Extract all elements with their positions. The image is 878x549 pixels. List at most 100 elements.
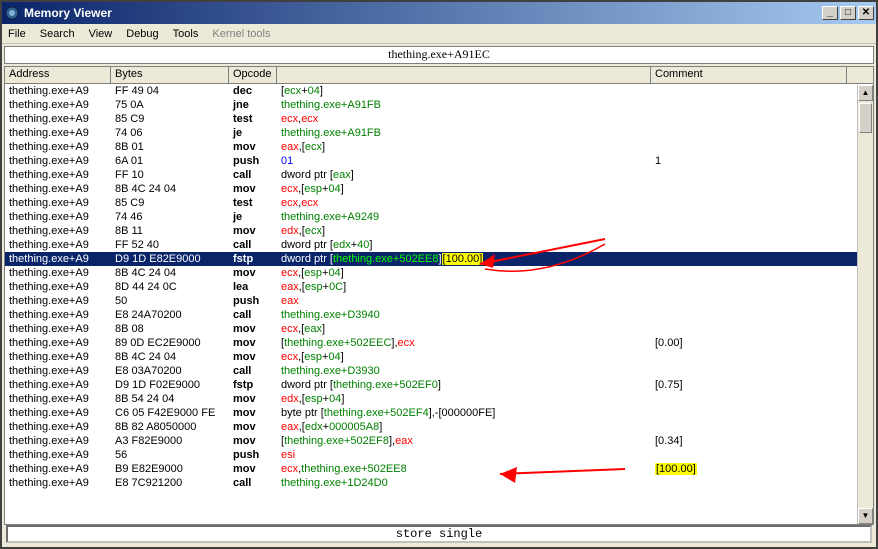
cell-comment <box>651 224 847 238</box>
cell-operand: ecx,[eax] <box>277 322 651 336</box>
disasm-row[interactable]: thething.exe+A989 0D EC2E9000mov[thethin… <box>5 336 873 350</box>
cell-operand: ecx,ecx <box>277 196 651 210</box>
cell-address: thething.exe+A9 <box>5 392 111 406</box>
cell-opcode: mov <box>229 462 277 476</box>
disasm-row[interactable]: thething.exe+A9FF 49 04dec[ecx+04] <box>5 84 873 98</box>
disasm-row[interactable]: thething.exe+A985 C9testecx,ecx <box>5 112 873 126</box>
disasm-row[interactable]: thething.exe+A9A3 F82E9000mov[thething.e… <box>5 434 873 448</box>
disasm-row[interactable]: thething.exe+A96A 01push011 <box>5 154 873 168</box>
disasm-row[interactable]: thething.exe+A9FF 52 40calldword ptr [ed… <box>5 238 873 252</box>
cell-comment <box>651 210 847 224</box>
header-operand[interactable] <box>277 67 651 83</box>
cell-operand: eax <box>277 294 651 308</box>
cell-opcode: mov <box>229 406 277 420</box>
disasm-row[interactable]: thething.exe+A9E8 7C921200callthething.e… <box>5 476 873 490</box>
header-address[interactable]: Address <box>5 67 111 83</box>
disasm-row[interactable]: thething.exe+A98B 01moveax,[ecx] <box>5 140 873 154</box>
disasm-row[interactable]: thething.exe+A98D 44 24 0Cleaeax,[esp+0C… <box>5 280 873 294</box>
cell-operand: esi <box>277 448 651 462</box>
cell-bytes: 85 C9 <box>111 112 229 126</box>
cell-address: thething.exe+A9 <box>5 336 111 350</box>
cell-operand: thething.exe+A91FB <box>277 98 651 112</box>
disassembly-rows[interactable]: thething.exe+A9FF 49 04dec[ecx+04]thethi… <box>5 84 873 524</box>
menu-tools[interactable]: Tools <box>173 28 199 40</box>
cell-bytes: FF 10 <box>111 168 229 182</box>
header-bytes[interactable]: Bytes <box>111 67 229 83</box>
disasm-row[interactable]: thething.exe+A9FF 10calldword ptr [eax] <box>5 168 873 182</box>
disasm-row[interactable]: thething.exe+A98B 4C 24 04movecx,[esp+04… <box>5 266 873 280</box>
cell-comment: [0.00] <box>651 336 847 350</box>
cell-address: thething.exe+A9 <box>5 154 111 168</box>
menu-search[interactable]: Search <box>40 28 75 40</box>
disasm-row[interactable]: thething.exe+A950pusheax <box>5 294 873 308</box>
cell-comment <box>651 364 847 378</box>
app-icon <box>4 5 20 21</box>
cell-comment <box>651 322 847 336</box>
menu-debug[interactable]: Debug <box>126 28 158 40</box>
disasm-row[interactable]: thething.exe+A974 46jethething.exe+A9249 <box>5 210 873 224</box>
cell-operand: dword ptr [thething.exe+502EF0] <box>277 378 651 392</box>
cell-address: thething.exe+A9 <box>5 322 111 336</box>
content: Address Bytes Opcode Comment thething.ex… <box>4 66 874 545</box>
cell-comment <box>651 252 847 266</box>
maximize-button[interactable]: □ <box>840 6 856 20</box>
cell-operand: [ecx+04] <box>277 84 651 98</box>
scroll-thumb[interactable] <box>859 103 872 133</box>
disasm-row[interactable]: thething.exe+A98B 54 24 04movedx,[esp+04… <box>5 392 873 406</box>
cell-address: thething.exe+A9 <box>5 126 111 140</box>
cell-comment <box>651 476 847 490</box>
disasm-row[interactable]: thething.exe+A9B9 E82E9000movecx,thethin… <box>5 462 873 476</box>
titlebar[interactable]: Memory Viewer _ □ ✕ <box>2 2 876 24</box>
disasm-row[interactable]: thething.exe+A98B 82 A8050000moveax,[edx… <box>5 420 873 434</box>
disasm-row[interactable]: thething.exe+A9D9 1D F02E9000fstpdword p… <box>5 378 873 392</box>
cell-address: thething.exe+A9 <box>5 350 111 364</box>
cell-bytes: E8 24A70200 <box>111 308 229 322</box>
disasm-row[interactable]: thething.exe+A9E8 24A70200callthething.e… <box>5 308 873 322</box>
cell-address: thething.exe+A9 <box>5 84 111 98</box>
header-opcode[interactable]: Opcode <box>229 67 277 83</box>
disasm-row[interactable]: thething.exe+A974 06jethething.exe+A91FB <box>5 126 873 140</box>
disasm-row[interactable]: thething.exe+A9E8 03A70200callthething.e… <box>5 364 873 378</box>
cell-opcode: mov <box>229 350 277 364</box>
cell-comment <box>651 168 847 182</box>
window-buttons: _ □ ✕ <box>822 6 874 20</box>
cell-bytes: 75 0A <box>111 98 229 112</box>
cell-comment <box>651 392 847 406</box>
cell-comment <box>651 84 847 98</box>
cell-opcode: dec <box>229 84 277 98</box>
cell-address: thething.exe+A9 <box>5 196 111 210</box>
disasm-row[interactable]: thething.exe+A975 0Ajnethething.exe+A91F… <box>5 98 873 112</box>
disasm-row[interactable]: thething.exe+A9D9 1D E82E9000fstpdword p… <box>5 252 873 266</box>
cell-operand: [thething.exe+502EF8],eax <box>277 434 651 448</box>
disasm-row[interactable]: thething.exe+A98B 08movecx,[eax] <box>5 322 873 336</box>
location-bar[interactable]: thething.exe+A91EC <box>4 46 874 64</box>
menu-view[interactable]: View <box>89 28 113 40</box>
vertical-scrollbar[interactable]: ▲ ▼ <box>857 85 873 524</box>
cell-opcode: lea <box>229 280 277 294</box>
header-comment[interactable]: Comment <box>651 67 847 83</box>
scroll-up-button[interactable]: ▲ <box>858 85 873 101</box>
menu-file[interactable]: File <box>8 28 26 40</box>
disasm-row[interactable]: thething.exe+A956push▸esi <box>5 448 873 462</box>
minimize-button[interactable]: _ <box>822 6 838 20</box>
disasm-row[interactable]: thething.exe+A98B 4C 24 04mov▸ecx,[esp+0… <box>5 182 873 196</box>
cell-operand: eax,[edx+000005A8] <box>277 420 651 434</box>
cell-address: thething.exe+A9 <box>5 168 111 182</box>
cell-bytes: FF 52 40 <box>111 238 229 252</box>
cell-bytes: 89 0D EC2E9000 <box>111 336 229 350</box>
disasm-row[interactable]: thething.exe+A98B 4C 24 04movecx,[esp+04… <box>5 350 873 364</box>
disasm-row[interactable]: thething.exe+A9C6 05 F42E9000 FEmovbyte … <box>5 406 873 420</box>
cell-opcode: mov <box>229 434 277 448</box>
cell-bytes: 8B 54 24 04 <box>111 392 229 406</box>
disasm-row[interactable]: thething.exe+A98B 11movedx,[ecx] <box>5 224 873 238</box>
cell-opcode: mov <box>229 336 277 350</box>
cell-opcode: fstp <box>229 378 277 392</box>
cell-operand: ecx,ecx <box>277 112 651 126</box>
cell-comment <box>651 126 847 140</box>
scroll-down-button[interactable]: ▼ <box>858 508 873 524</box>
cell-bytes: 74 06 <box>111 126 229 140</box>
cell-address: thething.exe+A9 <box>5 210 111 224</box>
disasm-row[interactable]: thething.exe+A985 C9testecx,ecx <box>5 196 873 210</box>
cell-bytes: 8B 11 <box>111 224 229 238</box>
close-button[interactable]: ✕ <box>858 6 874 20</box>
